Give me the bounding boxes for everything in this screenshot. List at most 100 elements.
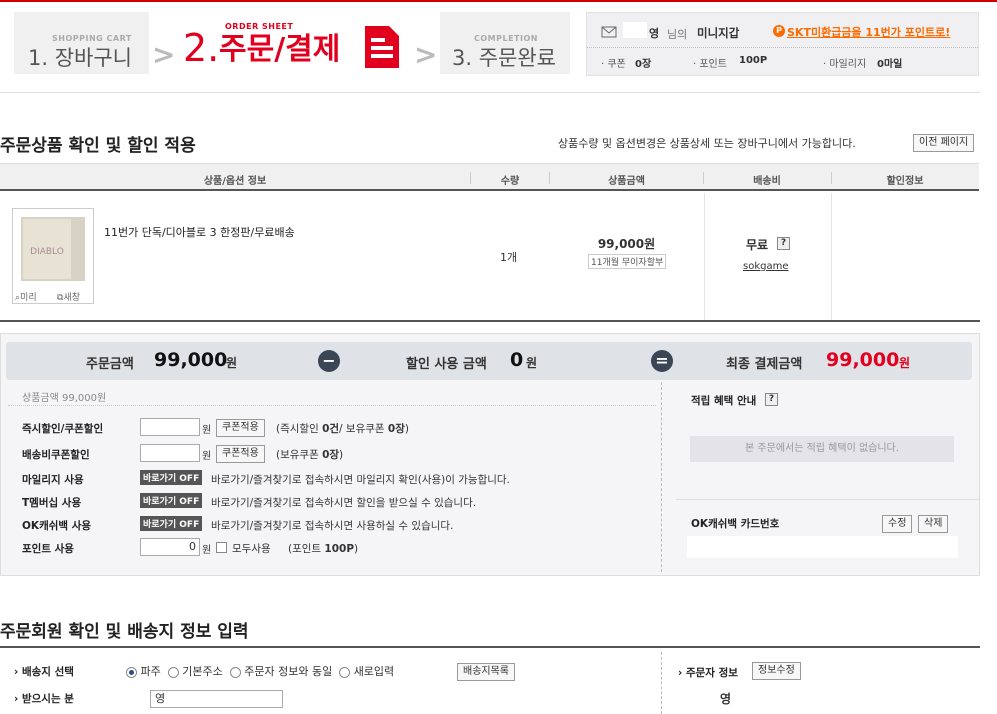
delete-card-button[interactable]: 삭제 (918, 515, 949, 533)
text: 받으시는 분 (21, 693, 74, 705)
benefit-title: 적립 혜택 안내 (691, 395, 757, 407)
product-table-header: 상품/옵션 정보 수량 상품금액 배송비 할인정보 (0, 163, 979, 191)
text: 배송지 선택 (21, 666, 74, 678)
preview-label: 미리 (20, 293, 37, 303)
mileage-count[interactable]: 0마일 (877, 55, 902, 70)
equals-icon: = (651, 350, 673, 372)
point-count[interactable]: 100P (739, 55, 767, 66)
divider (0, 92, 980, 93)
top-accent-line (0, 0, 997, 2)
document-icon (363, 24, 401, 73)
minus-icon: − (318, 350, 340, 372)
point-value: 100P (324, 543, 355, 555)
tmembership-desc: 바로가기/즐겨찾기로 접속하시면 할인을 받으실 수 있습니다. (211, 497, 477, 509)
mini-wallet: 영 님의 미니지갑 P SKT미환급금을 11번가 포인트로! · 쿠폰 0장 … (586, 12, 979, 76)
text: ) (339, 449, 344, 461)
final-amount: 99,000 (826, 349, 900, 371)
option-change-note: 상품수량 및 옵션변경은 상품상세 또는 장바구니에서 가능합니다. (558, 137, 856, 150)
text: (포인트 (288, 543, 325, 555)
installment-badge: 11개월 무이자할부 (588, 254, 667, 269)
use-all-checkbox[interactable] (216, 542, 227, 553)
product-name[interactable]: 11번가 단독/디아블로 3 한정판/무료배송 (104, 224, 295, 240)
payment-summary-bar: 주문금액 99,000 원 − 할인 사용 금액 0 원 = 최종 결제금액 9… (6, 342, 972, 380)
apply-coupon-button[interactable]: 쿠폰적용 (216, 419, 265, 437)
okcashbag-label: OK캐쉬백 사용 (22, 520, 92, 532)
order-amount: 99,000 (154, 349, 228, 371)
seller-link[interactable]: sokgame (743, 261, 789, 272)
coupon-count: 0장 (322, 449, 340, 461)
okcashbag-desc: 바로가기/즐겨찾기로 접속하시면 사용하실 수 있습니다. (211, 520, 454, 532)
divider (587, 47, 978, 48)
text: 바로가기 (143, 497, 177, 507)
text: OFF (179, 497, 200, 507)
divider (0, 320, 980, 322)
divider (8, 405, 656, 406)
divider (676, 499, 979, 500)
point-icon: P (773, 25, 785, 37)
coupon-discount-input[interactable] (140, 418, 200, 436)
text: ) (404, 423, 409, 435)
shipping-coupon-label: 배송비쿠폰할인 (22, 449, 90, 461)
okcashbag-card-field[interactable] (687, 536, 958, 558)
shipping-fee: 무료 (746, 238, 769, 252)
radio-label: 새로입력 (353, 665, 395, 678)
dest-radio-group: 파주 기본주소 주문자 정보와 동일 새로입력 (126, 663, 394, 679)
radio-label: 주문자 정보와 동일 (244, 665, 333, 678)
radio-option[interactable] (339, 666, 351, 678)
unit: 원 (202, 451, 212, 462)
mileage-desc: 바로가기/즐겨찾기로 접속하시면 마일리지 확인(사용)이 가능합니다. (211, 474, 510, 486)
discount-amount: 0 (510, 349, 524, 371)
orderer-name: 영 (720, 692, 732, 706)
unit: 원 (202, 545, 212, 556)
shortcut-off-badge[interactable]: 바로가기 OFF (140, 470, 203, 485)
section-title-products: 주문상품 확인 및 할인 적용 (0, 136, 196, 156)
help-icon[interactable]: ? (777, 237, 790, 250)
shortcut-off-badge[interactable]: 바로가기 OFF (140, 516, 203, 531)
skt-promo-link[interactable]: SKT미환급금을 11번가 포인트로! (787, 24, 950, 40)
product-price: 99,000원 (597, 237, 656, 251)
text: 바로가기 (143, 474, 177, 484)
text: / 보유쿠폰 (339, 423, 388, 435)
text: ) (354, 543, 359, 555)
shortcut-off-badge[interactable]: 바로가기 OFF (140, 493, 203, 508)
prev-page-button[interactable]: 이전 페이지 (913, 134, 975, 152)
use-all-label: 모두사용 (232, 543, 271, 555)
shipping-coupon-input[interactable] (140, 444, 200, 462)
text: 바로가기 (143, 520, 177, 530)
radio-option[interactable] (229, 666, 241, 678)
dest-label: › 배송지 선택 (14, 666, 74, 678)
preview-link[interactable]: ⌕미리 (15, 290, 37, 303)
text: OFF (179, 520, 200, 530)
shipping-coupon-status: (보유쿠폰 0장) (276, 447, 343, 462)
orderer-label: › 주문자 정보 (678, 667, 738, 679)
receiver-input[interactable]: 영 (150, 690, 283, 708)
coupon-count[interactable]: 0장 (635, 55, 651, 70)
help-icon[interactable]: ? (765, 393, 778, 406)
product-thumbnail[interactable]: DIABLO ⌕미리 ⧉새창 (12, 208, 94, 304)
new-window-link[interactable]: ⧉새창 (57, 290, 80, 303)
text: 주문자 정보 (685, 667, 738, 679)
edit-info-button[interactable]: 정보수정 (752, 662, 801, 680)
text: (보유쿠폰 (276, 449, 323, 461)
step-cart: SHOPPING CART 1. 장바구니 (14, 12, 149, 74)
section-title-delivery: 주문회원 확인 및 배송지 정보 입력 (0, 622, 249, 642)
masked-name (623, 22, 647, 38)
coupon-count: 0장 (387, 423, 405, 435)
address-list-button[interactable]: 배송지목록 (457, 663, 515, 681)
instant-count: 0건 (322, 423, 340, 435)
benefit-note: 본 주문에서는 적립 혜택이 없습니다. (690, 436, 954, 462)
tmembership-label: T멤버십 사용 (22, 497, 82, 509)
goods-amount: 상품금액 99,000원 (22, 393, 107, 404)
table-row: DIABLO ⌕미리 ⧉새창 11번가 단독/디아블로 3 한정판/무료배송 1… (0, 193, 980, 320)
mileage-label: 마일리지 사용 (22, 474, 84, 486)
point-use-input[interactable]: 0 (140, 538, 200, 556)
radio-option[interactable] (126, 666, 137, 678)
radio-label: 파주 (140, 665, 161, 678)
step-order: ORDER SHEET 2. 주문/결제 (183, 14, 413, 76)
radio-option[interactable] (167, 666, 179, 678)
apply-shipping-coupon-button[interactable]: 쿠폰적용 (216, 445, 265, 463)
product-image-icon: DIABLO (21, 217, 85, 281)
step-arrow-icon: > (414, 38, 438, 71)
edit-card-button[interactable]: 수정 (882, 515, 913, 533)
divider (831, 193, 832, 320)
